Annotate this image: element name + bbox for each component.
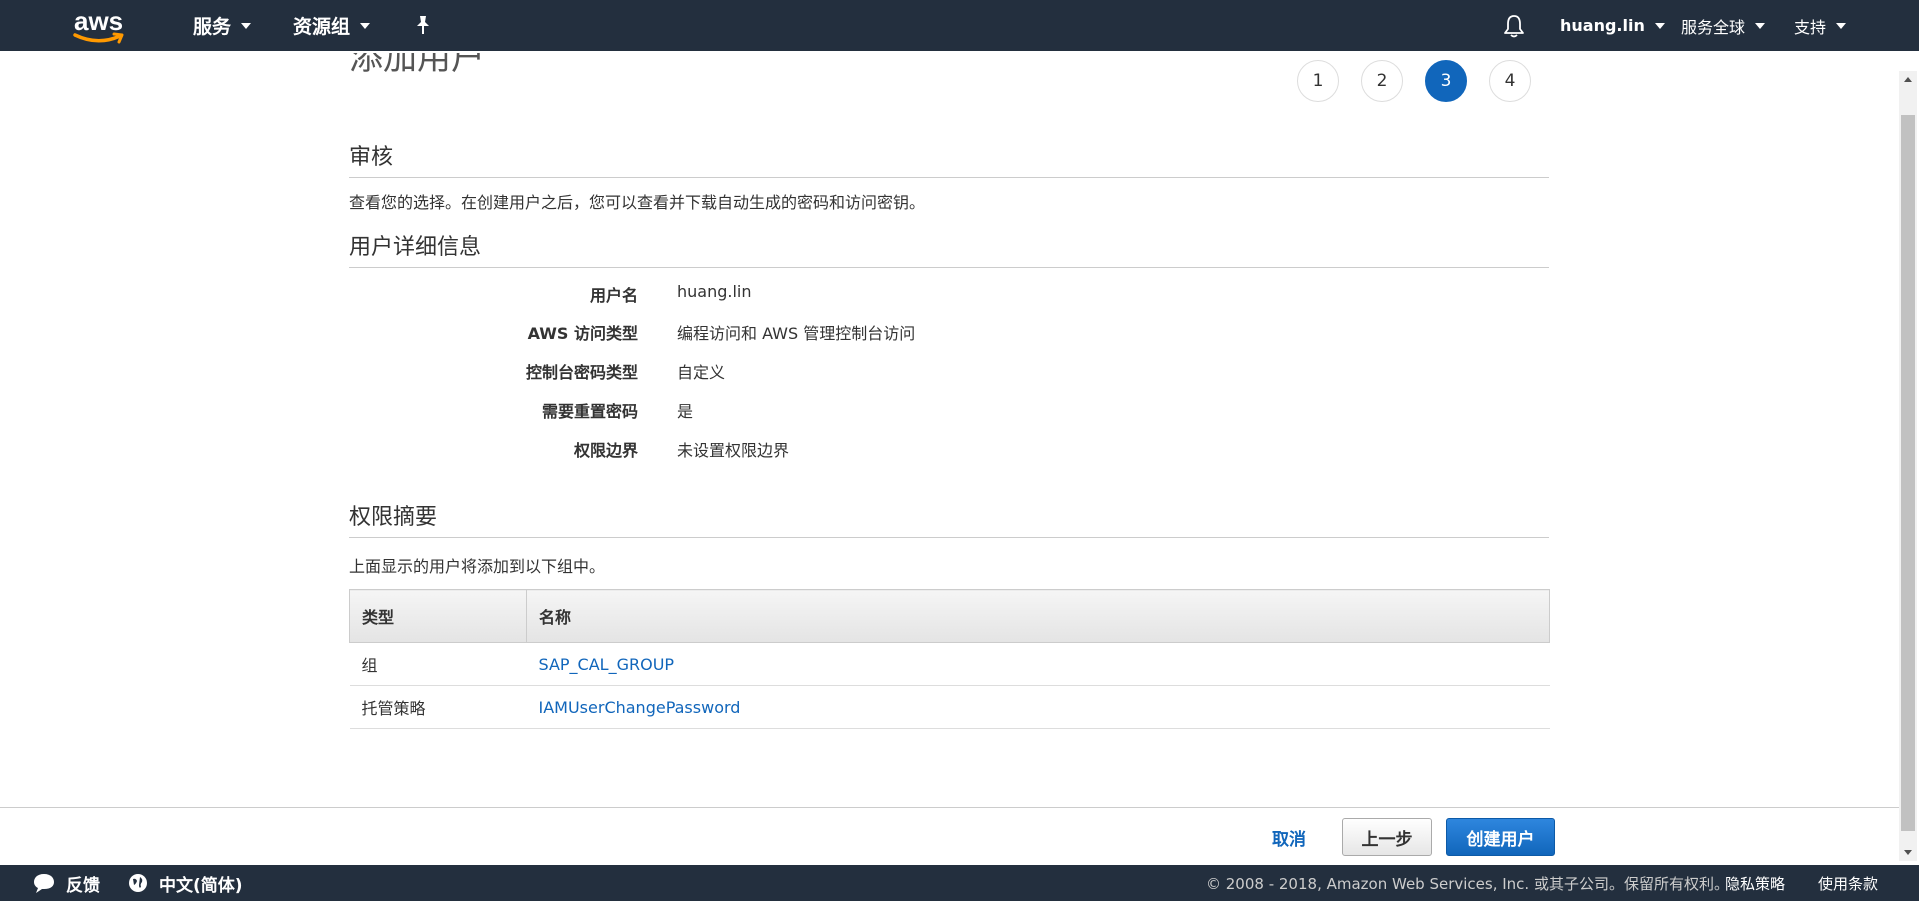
chevron-down-icon [1836,22,1847,29]
scrollbar-thumb[interactable] [1901,115,1915,831]
table-header-row: 类型 名称 [349,589,1550,643]
region-menu[interactable]: 服务全球 [1681,0,1766,51]
scroll-down-arrow-icon[interactable] [1904,850,1912,855]
detail-value: huang.lin [677,282,752,301]
support-menu[interactable]: 支持 [1794,0,1847,51]
globe-icon [129,874,147,892]
aws-logo[interactable]: aws [72,6,128,44]
table-row: 组 SAP_CAL_GROUP [349,642,1550,686]
user-details-heading: 用户详细信息 [349,229,1549,268]
speech-bubble-icon [34,874,54,893]
detail-label: AWS 访问类型 [527,324,638,343]
detail-row-password-type: 控制台密码类型 自定义 [349,359,1549,383]
account-username: huang.lin [1560,16,1645,35]
group-link[interactable]: SAP_CAL_GROUP [539,655,675,674]
page-title-text: 添加用户 [349,53,485,78]
detail-label: 需要重置密码 [541,402,638,421]
detail-row-username: 用户名 huang.lin [349,282,1549,306]
chevron-down-icon [1654,22,1665,29]
privacy-policy-link[interactable]: 隐私策略 [1725,865,1785,901]
detail-row-reset-password: 需要重置密码 是 [349,398,1549,422]
permissions-summary-heading: 权限摘要 [349,499,1549,538]
review-heading: 审核 [349,139,1549,178]
wizard-action-bar: 取消 上一步 创建用户 [0,807,1899,866]
vertical-scrollbar[interactable] [1899,71,1917,861]
services-menu[interactable]: 服务 [193,0,252,51]
language-label: 中文(简体) [159,875,243,896]
detail-label: 控制台密码类型 [525,363,638,382]
pin-icon[interactable] [414,15,432,39]
wizard-steps: 1 2 3 4 [1297,60,1531,102]
cancel-button[interactable]: 取消 [1254,818,1324,856]
detail-label: 用户名 [589,286,638,305]
cell-name: IAMUserChangePassword [526,685,1550,729]
chevron-down-icon [241,22,252,29]
cell-type: 组 [349,642,527,686]
permissions-table: 类型 名称 组 SAP_CAL_GROUP 托管策略 IAMUserChange… [349,589,1550,729]
aws-smile-icon [73,32,124,44]
feedback-button[interactable]: 反馈 [32,865,100,901]
policy-link[interactable]: IAMUserChangePassword [539,698,741,717]
detail-row-permissions-boundary: 权限边界 未设置权限边界 [349,437,1549,461]
scroll-up-arrow-icon[interactable] [1904,77,1912,82]
table-row: 托管策略 IAMUserChangePassword [349,685,1550,729]
wizard-step-3-active: 3 [1425,60,1467,102]
language-selector[interactable]: 中文(简体) [128,865,243,901]
resource-groups-menu[interactable]: 资源组 [293,0,371,51]
detail-row-access-type: AWS 访问类型 编程访问和 AWS 管理控制台访问 [349,320,1549,344]
detail-value: 编程访问和 AWS 管理控制台访问 [677,324,916,343]
column-header-name[interactable]: 名称 [526,589,1550,643]
create-user-button[interactable]: 创建用户 [1446,818,1555,856]
detail-value: 自定义 [677,363,726,382]
chevron-down-icon [1755,22,1766,29]
console-footer: 反馈 中文(简体) © 2008 - 2018, Amazon Web Serv… [0,865,1919,901]
detail-label: 权限边界 [573,441,638,460]
wizard-step-1[interactable]: 1 [1297,60,1339,102]
feedback-label: 反馈 [66,875,100,896]
copyright-text: © 2008 - 2018, Amazon Web Services, Inc.… [1206,874,1729,893]
previous-button[interactable]: 上一步 [1342,818,1432,856]
top-navigation-bar: aws 服务 资源组 huang.lin 服务全球 支持 [0,0,1919,51]
detail-value: 未设置权限边界 [677,441,790,460]
cell-type: 托管策略 [349,685,527,729]
wizard-step-4: 4 [1489,60,1531,102]
chevron-down-icon [360,22,371,29]
detail-value: 是 [677,402,694,421]
permissions-description: 上面显示的用户将添加到以下组中。 [349,557,606,576]
wizard-step-2[interactable]: 2 [1361,60,1403,102]
resource-groups-label: 资源组 [293,16,351,38]
support-label: 支持 [1794,17,1827,37]
terms-of-use-link[interactable]: 使用条款 [1818,865,1878,901]
page-title: 添加用户 [349,53,485,87]
services-menu-label: 服务 [193,16,232,38]
column-header-type[interactable]: 类型 [349,589,527,643]
review-description: 查看您的选择。在创建用户之后，您可以查看并下载自动生成的密码和访问密钥。 [349,193,926,212]
region-label: 服务全球 [1681,17,1746,37]
cell-name: SAP_CAL_GROUP [526,642,1550,686]
account-menu[interactable]: huang.lin [1560,0,1665,51]
bell-icon[interactable] [1503,14,1525,42]
